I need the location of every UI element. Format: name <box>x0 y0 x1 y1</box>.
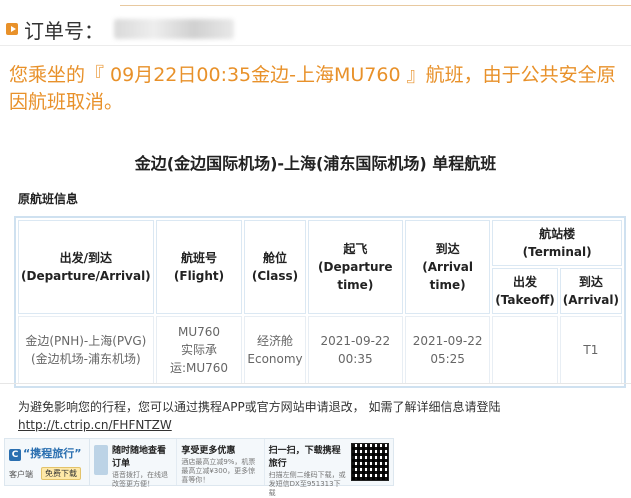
section-title: 原航班信息 <box>18 192 79 206</box>
cancellation-notice: 您乘坐的『 09月22日00:35金边-上海MU760 』航班，由于公共安全原因… <box>9 64 616 113</box>
ctrip-logo-icon: C <box>9 449 21 461</box>
footer-note: 为避免影响您的行程，您可以通过携程APP或官方网站申请退改， 如需了解详细信息请… <box>18 400 501 432</box>
header-route: 出发/到达 (Departure/Arrival) <box>18 220 154 314</box>
flight-info-table: 出发/到达 (Departure/Arrival) 航班号 (Flight) 舱位(… <box>14 216 626 388</box>
refund-link[interactable]: http://t.ctrip.cn/FHFNTZW <box>18 418 172 432</box>
arrow-icon <box>6 23 18 35</box>
header-terminal: 航站楼 (Terminal) <box>492 220 622 266</box>
cell-terminal-takeoff <box>492 316 558 384</box>
cell-flight: MU760 实际承运:MU760 <box>155 316 243 384</box>
top-decoration <box>0 0 631 6</box>
header-flight: 航班号 (Flight) <box>155 220 243 314</box>
order-number-label: 订单号： <box>24 18 104 43</box>
free-download-button[interactable]: 免费下载 <box>41 467 81 480</box>
banner-offers: 享受更多优惠 酒店最高立减9%，机票最高立减¥300，更多惊喜等你！ <box>177 439 265 485</box>
header-terminal-takeoff: 出发 (Takeoff) <box>492 268 558 314</box>
table-row: 金边(PNH)-上海(PVG) (金边机场-浦东机场) MU760 实际承运:MU7… <box>18 316 622 384</box>
client-label: 客户端 <box>9 470 33 479</box>
route-title: 金边(金边国际机场)-上海(浦东国际机场) 单程航班 <box>134 154 497 173</box>
header-terminal-arrival: 到达 (Arrival) <box>559 268 622 314</box>
app-download-banner[interactable]: C “携程旅行” 客户端 免费下载 随时随地查看订单 语音拨打，在线退改签更方便！… <box>4 438 394 497</box>
header-departure: 起飞 (Departure time) <box>307 220 403 314</box>
header-class: 舱位 (Class) <box>244 220 306 314</box>
order-number-row: 订单号： <box>6 14 234 44</box>
qr-code-icon[interactable] <box>350 443 389 481</box>
banner-scan: 扫一扫，下载携程旅行 扫描左侧二维码下载，或发短信DX至951313下载 <box>265 439 393 497</box>
header-arrival: 到达 (Arrival time) <box>404 220 491 314</box>
divider <box>0 45 631 46</box>
brand-name: “携程旅行” <box>23 447 82 460</box>
cell-departure-time: 2021-09-22 00:35 <box>307 316 403 384</box>
divider <box>0 383 631 384</box>
phone-icon <box>94 445 108 475</box>
brand-block[interactable]: C “携程旅行” 客户端 免费下载 <box>5 439 90 485</box>
cell-route: 金边(PNH)-上海(PVG) (金边机场-浦东机场) <box>18 316 154 384</box>
cell-terminal-arrival: T1 <box>559 316 622 384</box>
cell-class: 经济舱 Economy <box>244 316 306 384</box>
order-number-redacted <box>114 19 234 39</box>
cell-arrival-time: 2021-09-22 05:25 <box>404 316 491 384</box>
banner-orders: 随时随地查看订单 语音拨打，在线退改签更方便！ <box>90 439 178 488</box>
